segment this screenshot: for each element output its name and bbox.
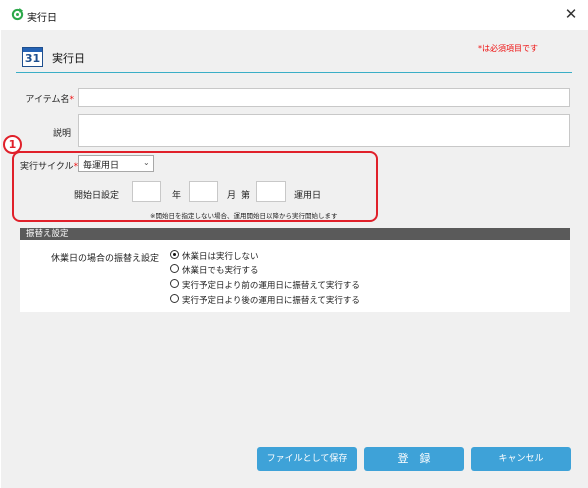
chevron-down-icon: ⌄ bbox=[143, 158, 150, 167]
radio-run-on-holiday[interactable] bbox=[170, 264, 179, 273]
window-title: 実行日 bbox=[27, 13, 57, 24]
radio-label-run: 休業日でも実行する bbox=[182, 266, 259, 276]
month-label: 月 bbox=[227, 191, 237, 201]
year-label: 年 bbox=[172, 191, 182, 201]
radio-label-after: 実行予定日より後の運用日に振替えて実行する bbox=[182, 296, 360, 306]
required-note: *は必須項目です bbox=[478, 44, 538, 53]
radio-transfer-before[interactable] bbox=[170, 279, 179, 288]
year-input[interactable] bbox=[132, 181, 161, 202]
transfer-section-header: 振替え設定 bbox=[20, 228, 570, 240]
transfer-section-title: 振替え設定 bbox=[26, 229, 69, 239]
start-date-hint: ※開始日を指定しない場合、運用開始日以降から実行開始します bbox=[150, 212, 338, 220]
month-input[interactable] bbox=[189, 181, 218, 202]
register-button[interactable]: 登 録 bbox=[364, 447, 464, 471]
start-date-label: 開始日設定 bbox=[74, 191, 120, 201]
app-refresh-icon bbox=[11, 8, 24, 21]
operating-day-label: 運用日 bbox=[294, 191, 322, 201]
annotation-number: 1 bbox=[3, 135, 22, 154]
operating-day-input[interactable] bbox=[256, 181, 286, 202]
radio-transfer-after[interactable] bbox=[170, 294, 179, 303]
item-name-input[interactable] bbox=[78, 88, 570, 107]
title-divider bbox=[16, 72, 572, 73]
nth-label: 第 bbox=[241, 191, 251, 201]
close-button[interactable]: ✕ bbox=[560, 4, 582, 24]
description-input[interactable] bbox=[78, 114, 570, 147]
description-label: 説明 bbox=[52, 129, 71, 139]
title-bar: 実行日 ✕ bbox=[0, 0, 588, 30]
calendar-number: 31 bbox=[24, 52, 41, 65]
cycle-select[interactable]: 毎運用日 ⌄ bbox=[78, 155, 154, 172]
cycle-label: 実行サイクル* bbox=[20, 162, 79, 172]
radio-no-run-on-holiday[interactable] bbox=[170, 250, 179, 259]
radio-label-no-run: 休業日は実行しない bbox=[182, 252, 259, 262]
required-mark: * bbox=[69, 95, 75, 105]
item-name-label: アイテム名* bbox=[25, 95, 75, 105]
transfer-setting-label: 休業日の場合の振替え設定 bbox=[51, 254, 160, 264]
save-as-file-button[interactable]: ファイルとして保存 bbox=[257, 447, 357, 471]
cycle-select-value: 毎運用日 bbox=[83, 161, 120, 171]
page-title: 実行日 bbox=[52, 52, 85, 65]
radio-label-before: 実行予定日より前の運用日に振替えて実行する bbox=[182, 281, 360, 291]
cancel-button[interactable]: キャンセル bbox=[471, 447, 571, 471]
calendar-icon: 31 bbox=[22, 47, 43, 67]
